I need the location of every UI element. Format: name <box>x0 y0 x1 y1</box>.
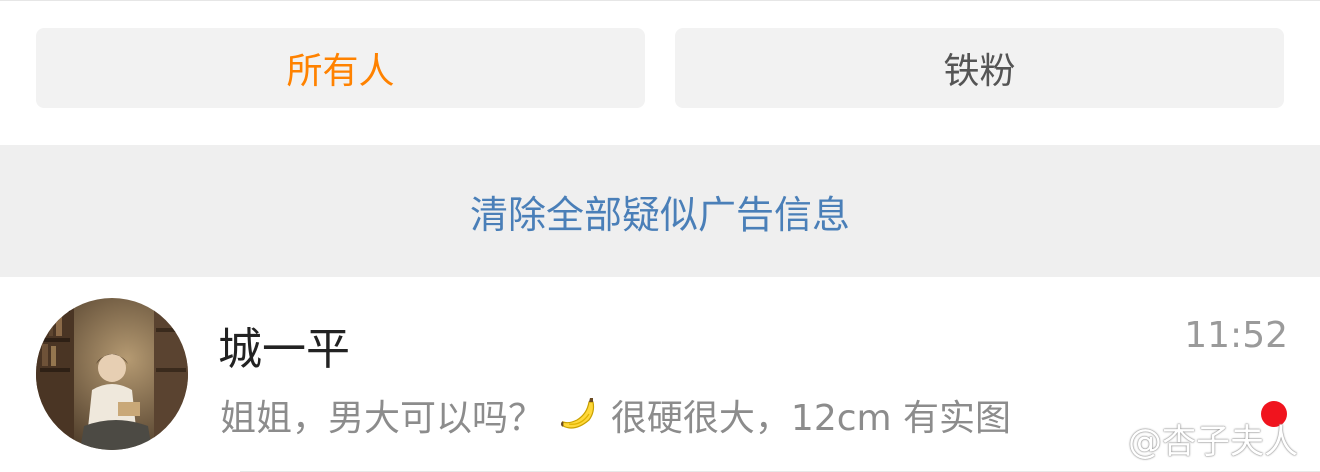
avatar-image <box>36 298 188 450</box>
banana-icon <box>555 396 599 436</box>
weibo-logo-icon <box>1082 422 1122 456</box>
message-preview: 姐姐，男大可以吗？ 很硬很大，12cm 有实图 <box>220 389 1011 441</box>
tab-iron-fans[interactable]: 铁粉 <box>675 28 1284 108</box>
watermark-text: @杏子夫人 <box>1128 422 1298 462</box>
preview-text-after: 很硬很大，12cm 有实图 <box>610 398 1012 439</box>
tab-all-people-label: 所有人 <box>286 51 395 92</box>
sender-name: 城一平 <box>218 324 350 375</box>
watermark: @杏子夫人 <box>1082 414 1298 463</box>
preview-text-before: 姐姐，男大可以吗？ <box>220 398 545 439</box>
tab-iron-fans-label: 铁粉 <box>943 51 1016 92</box>
clear-suspected-ads-label: 清除全部疑似广告信息 <box>469 192 850 237</box>
clear-suspected-ads-button[interactable]: 清除全部疑似广告信息 <box>0 145 1320 277</box>
message-time: 11:52 <box>1184 315 1288 356</box>
top-divider <box>0 0 1320 1</box>
tab-all-people[interactable]: 所有人 <box>36 28 645 108</box>
avatar[interactable] <box>36 298 188 450</box>
